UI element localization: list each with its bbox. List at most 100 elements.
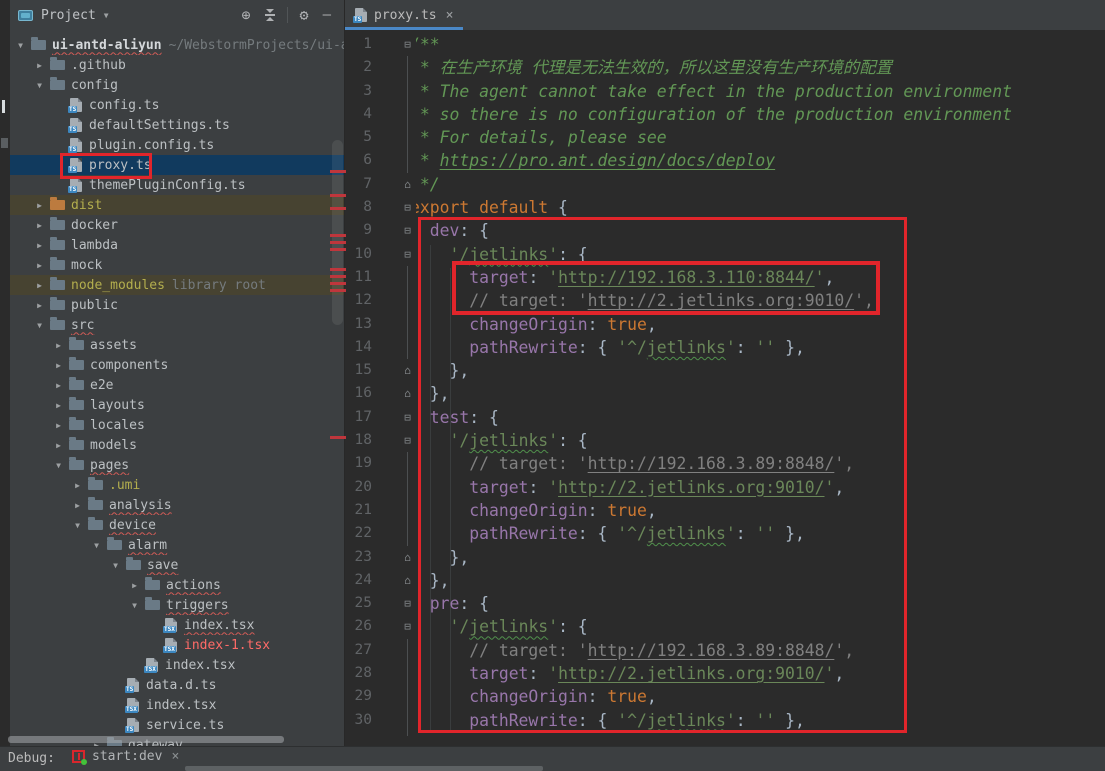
code-line-25[interactable]: 25⊟ pre: { — [345, 592, 1105, 615]
fold-start-icon[interactable]: ⊟ — [399, 592, 416, 615]
collapse-arrow-icon[interactable]: ▼ — [71, 521, 84, 530]
close-run-tab-icon[interactable]: × — [171, 749, 179, 764]
project-selector[interactable]: Project — [41, 8, 96, 23]
expand-arrow-icon[interactable]: ▶ — [33, 221, 46, 230]
collapse-arrow-icon[interactable]: ▼ — [109, 561, 122, 570]
code-line-13[interactable]: 13 changeOrigin: true, — [345, 313, 1105, 336]
tree-item-device[interactable]: ▼device — [10, 515, 344, 535]
tree-item-triggers[interactable]: ▼triggers — [10, 595, 344, 615]
tree-item-src[interactable]: ▼src — [10, 315, 344, 335]
fold-end-icon[interactable]: ⌂ — [399, 382, 416, 405]
chevron-down-icon[interactable]: ▼ — [104, 11, 109, 20]
tree-item-proxy.ts[interactable]: proxy.ts — [10, 155, 344, 175]
expand-arrow-icon[interactable]: ▶ — [71, 501, 84, 510]
code-area[interactable]: 1⊟/**2 * 在生产环境 代理是无法生效的，所以这里没有生产环境的配置3 *… — [345, 30, 1105, 746]
fold-end-icon[interactable]: ⌂ — [399, 546, 416, 569]
fold-start-icon[interactable]: ⊟ — [399, 33, 416, 56]
code-line-22[interactable]: 22 pathRewrite: { '^/jetlinks': '' }, — [345, 522, 1105, 545]
expand-arrow-icon[interactable]: ▶ — [52, 421, 65, 430]
expand-arrow-icon[interactable]: ▶ — [33, 261, 46, 270]
tree-item-dist[interactable]: ▶dist — [10, 195, 344, 215]
tree-item-assets[interactable]: ▶assets — [10, 335, 344, 355]
tree-item-themepluginconfig.ts[interactable]: themePluginConfig.ts — [10, 175, 344, 195]
left-tool-window-stripe[interactable] — [0, 0, 10, 771]
collapse-arrow-icon[interactable]: ▼ — [33, 81, 46, 90]
tree-item-docker[interactable]: ▶docker — [10, 215, 344, 235]
fold-start-icon[interactable]: ⊟ — [399, 196, 416, 219]
code-line-1[interactable]: 1⊟/** — [345, 33, 1105, 56]
expand-arrow-icon[interactable]: ▶ — [33, 201, 46, 210]
code-line-16[interactable]: 16⌂ }, — [345, 382, 1105, 405]
tree-item-ui-antd-aliyun[interactable]: ▼ui-antd-aliyun~/WebstormProjects/ui-ant… — [10, 35, 344, 55]
code-line-24[interactable]: 24⌂ }, — [345, 569, 1105, 592]
tree-vertical-scrollbar[interactable] — [332, 140, 343, 325]
tree-item-pages[interactable]: ▼pages — [10, 455, 344, 475]
expand-arrow-icon[interactable]: ▶ — [52, 361, 65, 370]
code-line-15[interactable]: 15⌂ }, — [345, 359, 1105, 382]
collapse-arrow-icon[interactable]: ▼ — [33, 321, 46, 330]
tree-item-service.ts[interactable]: service.ts — [10, 715, 344, 735]
fold-start-icon[interactable]: ⊟ — [399, 429, 416, 452]
code-line-11[interactable]: 11 target: 'http://192.168.3.110:8844/', — [345, 266, 1105, 289]
tree-item-data.d.ts[interactable]: data.d.ts — [10, 675, 344, 695]
expand-arrow-icon[interactable]: ▶ — [52, 341, 65, 350]
tree-item-alarm[interactable]: ▼alarm — [10, 535, 344, 555]
tree-item-actions[interactable]: ▶actions — [10, 575, 344, 595]
tree-item-defaultsettings.ts[interactable]: defaultSettings.ts — [10, 115, 344, 135]
code-line-19[interactable]: 19 // target: 'http://192.168.3.89:8848/… — [345, 452, 1105, 475]
collapse-arrow-icon[interactable]: ▼ — [128, 601, 141, 610]
tree-item-e2e[interactable]: ▶e2e — [10, 375, 344, 395]
tree-item-mock[interactable]: ▶mock — [10, 255, 344, 275]
tree-item-components[interactable]: ▶components — [10, 355, 344, 375]
bottom-scrollbar[interactable] — [185, 766, 543, 771]
fold-start-icon[interactable]: ⊟ — [399, 219, 416, 242]
code-line-7[interactable]: 7⌂ */ — [345, 173, 1105, 196]
tree-item-analysis[interactable]: ▶analysis — [10, 495, 344, 515]
tree-item-public[interactable]: ▶public — [10, 295, 344, 315]
tree-item-models[interactable]: ▶models — [10, 435, 344, 455]
expand-arrow-icon[interactable]: ▶ — [71, 481, 84, 490]
tree-item-.umi[interactable]: ▶.umi — [10, 475, 344, 495]
tree-horizontal-scrollbar[interactable] — [8, 736, 284, 743]
expand-arrow-icon[interactable]: ▶ — [52, 441, 65, 450]
code-line-27[interactable]: 27 // target: 'http://192.168.3.89:8848/… — [345, 639, 1105, 662]
code-line-21[interactable]: 21 changeOrigin: true, — [345, 499, 1105, 522]
tree-item-config.ts[interactable]: config.ts — [10, 95, 344, 115]
fold-end-icon[interactable]: ⌂ — [399, 173, 416, 196]
fold-end-icon[interactable]: ⌂ — [399, 569, 416, 592]
tab-proxy-ts[interactable]: proxy.ts × — [345, 0, 463, 30]
collapse-arrow-icon[interactable]: ▼ — [52, 461, 65, 470]
fold-start-icon[interactable]: ⊟ — [399, 406, 416, 429]
expand-arrow-icon[interactable]: ▶ — [52, 381, 65, 390]
tree-item-layouts[interactable]: ▶layouts — [10, 395, 344, 415]
code-line-4[interactable]: 4 * so there is no configuration of the … — [345, 103, 1105, 126]
locate-file-icon[interactable]: ⊕ — [242, 8, 251, 23]
expand-arrow-icon[interactable]: ▶ — [128, 581, 141, 590]
expand-arrow-icon[interactable]: ▶ — [33, 301, 46, 310]
gear-icon[interactable]: ⚙ — [300, 8, 309, 23]
project-tree[interactable]: ▼ui-antd-aliyun~/WebstormProjects/ui-ant… — [10, 35, 344, 746]
collapse-all-icon[interactable] — [265, 9, 275, 21]
tree-item-index.tsx[interactable]: index.tsx — [10, 695, 344, 715]
code-line-3[interactable]: 3 * The agent cannot take effect in the … — [345, 80, 1105, 103]
tree-item-index.tsx[interactable]: index.tsx — [10, 655, 344, 675]
tree-item-plugin.config.ts[interactable]: plugin.config.ts — [10, 135, 344, 155]
fold-start-icon[interactable]: ⊟ — [399, 243, 416, 266]
fold-end-icon[interactable]: ⌂ — [399, 359, 416, 382]
expand-arrow-icon[interactable]: ▶ — [33, 281, 46, 290]
code-line-12[interactable]: 12 // target: 'http://2.jetlinks.org:901… — [345, 289, 1105, 312]
code-line-17[interactable]: 17⊟ test: { — [345, 406, 1105, 429]
expand-arrow-icon[interactable]: ▶ — [52, 401, 65, 410]
fold-start-icon[interactable]: ⊟ — [399, 615, 416, 638]
tree-item-index.tsx[interactable]: index.tsx — [10, 615, 344, 635]
run-config-tab[interactable]: start:dev × — [72, 749, 179, 764]
code-line-20[interactable]: 20 target: 'http://2.jetlinks.org:9010/'… — [345, 476, 1105, 499]
collapse-arrow-icon[interactable]: ▼ — [14, 41, 27, 50]
code-line-18[interactable]: 18⊟ '/jetlinks': { — [345, 429, 1105, 452]
tree-item-locales[interactable]: ▶locales — [10, 415, 344, 435]
close-tab-icon[interactable]: × — [446, 8, 454, 23]
code-line-6[interactable]: 6 * https://pro.ant.design/docs/deploy — [345, 149, 1105, 172]
tree-item-node-modules[interactable]: ▶node_moduleslibrary root — [10, 275, 344, 295]
hide-panel-icon[interactable]: — — [323, 8, 331, 22]
expand-arrow-icon[interactable]: ▶ — [33, 61, 46, 70]
